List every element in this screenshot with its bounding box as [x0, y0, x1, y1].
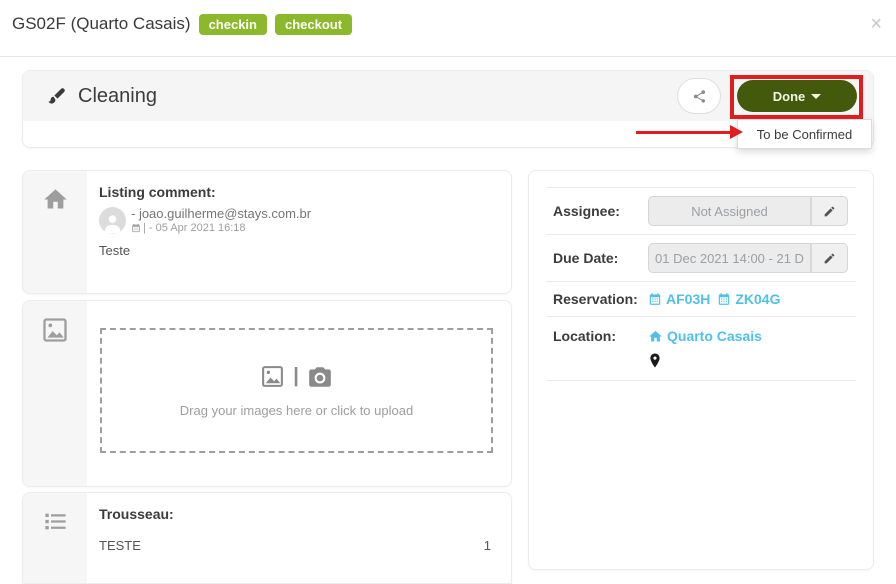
reservation-code: AF03H	[666, 291, 711, 307]
comment-meta: - joao.guilherme@stays.com.br | - 05 Apr…	[99, 206, 495, 234]
assignee-edit-button[interactable]	[811, 196, 848, 226]
assignee-input	[648, 196, 811, 226]
comment-meta-text: - joao.guilherme@stays.com.br | - 05 Apr…	[131, 206, 311, 234]
home-icon	[42, 186, 69, 293]
status-done-button[interactable]: Done	[737, 80, 857, 112]
cleaning-brush-icon	[46, 86, 67, 107]
due-date-input	[648, 243, 811, 273]
location-row: Location: Quarto Casais	[546, 317, 856, 381]
reservation-code: ZK04G	[735, 291, 781, 307]
due-date-edit-button[interactable]	[811, 243, 848, 273]
trousseau-card-rail	[23, 493, 87, 583]
listing-comment-card: Listing comment: - joao.guilherme@stays.…	[22, 170, 512, 294]
image-icon	[260, 364, 285, 389]
checkout-badge: checkout	[274, 13, 353, 35]
calendar-icon	[648, 292, 662, 306]
reservation-link-zk04g[interactable]: ZK04G	[717, 291, 780, 307]
task-card-header: Cleaning Done	[23, 71, 873, 121]
task-title: Cleaning	[78, 84, 157, 107]
close-button[interactable]: ×	[870, 14, 882, 34]
location-value: Quarto Casais	[648, 328, 762, 368]
comment-timestamp: | - 05 Apr 2021 16:18	[143, 222, 246, 234]
assignee-row: Assignee:	[546, 187, 856, 235]
dropzone-hint: Drag your images here or click to upload	[179, 402, 414, 418]
close-icon: ×	[870, 13, 882, 35]
avatar	[99, 206, 126, 234]
page-header: GS02F (Quarto Casais) checkin checkout ×	[0, 0, 896, 57]
trousseau-item-name: TESTE	[99, 538, 141, 553]
page-title: GS02F (Quarto Casais)	[12, 14, 191, 33]
images-card-body: | Drag your images here or click to uplo…	[87, 301, 511, 486]
due-date-row: Due Date:	[546, 235, 856, 282]
trousseau-card-body: Trousseau: TESTE 1	[87, 493, 511, 583]
listing-comment-body: Listing comment: - joao.guilherme@stays.…	[87, 171, 511, 293]
share-icon	[692, 89, 707, 104]
chevron-down-icon	[811, 93, 822, 99]
comment-body-text: Teste	[99, 243, 131, 258]
reservation-label: Reservation:	[553, 291, 638, 307]
due-date-label: Due Date:	[553, 250, 619, 266]
image-icon	[41, 316, 69, 486]
home-icon	[648, 329, 663, 344]
images-card: | Drag your images here or click to uplo…	[22, 300, 512, 487]
task-details-card: Assignee: Due Date: Reservation:	[528, 170, 874, 570]
status-dropdown-menu: To be Confirmed	[737, 119, 872, 149]
list-icon	[42, 508, 69, 583]
trousseau-title: Trousseau:	[99, 506, 174, 522]
reservation-link-af03h[interactable]: AF03H	[648, 291, 710, 307]
trousseau-item-row: TESTE 1	[99, 538, 495, 553]
due-date-input-group	[648, 243, 848, 273]
status-option-to-be-confirmed[interactable]: To be Confirmed	[738, 120, 871, 148]
comment-author: - joao.guilherme@stays.com.br	[131, 206, 312, 221]
camera-icon	[307, 364, 333, 390]
reservation-links: AF03H ZK04G	[648, 291, 780, 307]
divider-glyph: |	[293, 365, 299, 387]
reservation-row: Reservation: AF03H ZK04G	[546, 282, 856, 317]
assignee-label: Assignee:	[553, 203, 620, 219]
pencil-icon	[823, 252, 836, 265]
assignee-input-group	[648, 196, 848, 226]
calendar-icon	[131, 223, 141, 233]
map-pin-icon[interactable]	[649, 353, 762, 368]
comment-date: | - 05 Apr 2021 16:18	[131, 222, 311, 234]
trousseau-item-quantity: 1	[483, 538, 491, 553]
images-card-rail	[23, 301, 87, 486]
share-button[interactable]	[677, 78, 721, 114]
calendar-icon	[717, 292, 731, 306]
location-link[interactable]: Quarto Casais	[648, 328, 762, 344]
location-label: Location:	[553, 328, 616, 344]
dropzone-icons: |	[260, 364, 333, 390]
location-name: Quarto Casais	[667, 328, 762, 344]
pencil-icon	[823, 205, 836, 218]
image-dropzone[interactable]: | Drag your images here or click to uplo…	[100, 328, 493, 453]
listing-comment-rail	[23, 171, 87, 293]
checkin-badge: checkin	[198, 13, 267, 35]
status-done-label: Done	[772, 88, 806, 104]
listing-comment-title: Listing comment:	[99, 184, 216, 200]
trousseau-card: Trousseau: TESTE 1	[22, 492, 512, 584]
